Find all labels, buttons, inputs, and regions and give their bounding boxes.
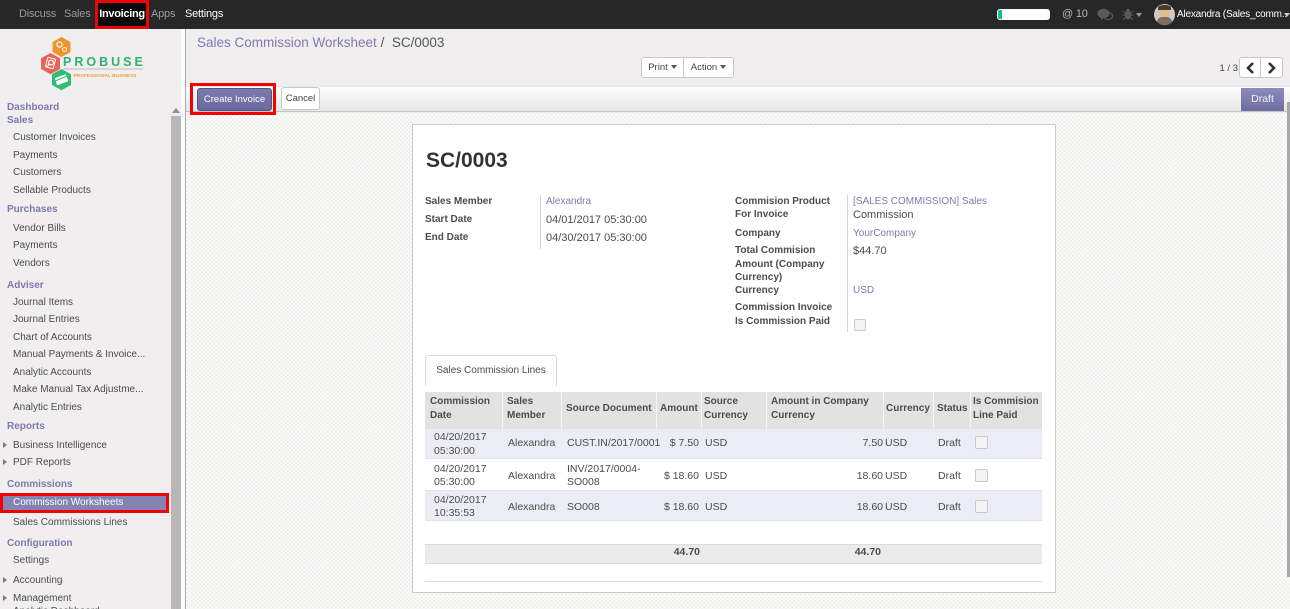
svg-text:PROBUSE: PROBUSE	[63, 55, 146, 69]
svg-text:PROFESSIONAL BUSINESS: PROFESSIONAL BUSINESS	[74, 73, 137, 78]
